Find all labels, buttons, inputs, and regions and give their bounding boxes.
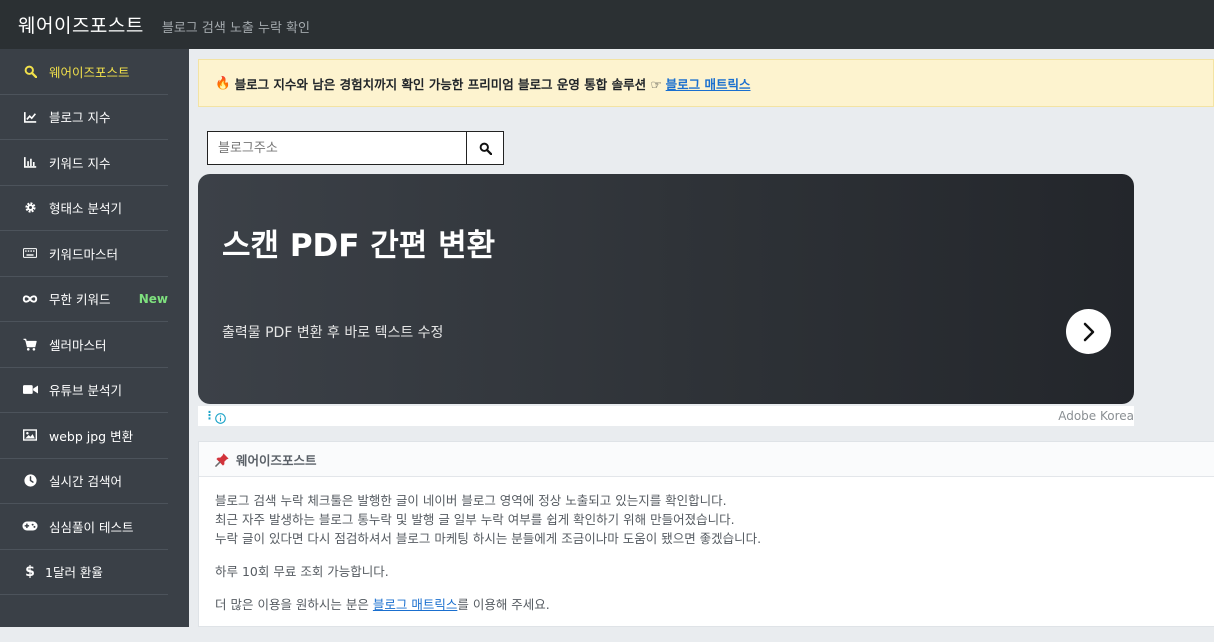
sidebar-item-label: 블로그 지수 (49, 110, 111, 126)
sidebar-item-dollar-rate[interactable]: $ 1달러 환율 (0, 550, 168, 595)
ad-info-icon[interactable] (215, 409, 226, 428)
ad-options-icon[interactable]: ⋮ (204, 409, 215, 422)
info-card: 웨어이즈포스트 블로그 검색 누락 체크툴은 발행한 글이 네이버 블로그 영역… (198, 441, 1214, 627)
brand-title[interactable]: 웨어이즈포스트 (18, 11, 144, 38)
fire-icon: 🔥 (215, 75, 231, 90)
sidebar-item-whereispost[interactable]: 웨어이즈포스트 (0, 49, 168, 95)
description-line: 최근 자주 발생하는 블로그 통누락 및 발행 글 일부 누락 여부를 쉽게 확… (215, 512, 735, 527)
sidebar-item-label: 무한 키워드 (49, 292, 111, 308)
sidebar-item-infinite-keyword[interactable]: 무한 키워드 New (0, 277, 168, 322)
sidebar-item-label: 심심풀이 테스트 (49, 519, 134, 535)
ad-subtitle: 출력물 PDF 변환 후 바로 텍스트 수정 (222, 325, 444, 341)
dollar-icon: $ (25, 563, 35, 580)
search-icon (22, 63, 38, 79)
sidebar-item-youtube-analyzer[interactable]: 유튜브 분석기 (0, 368, 168, 413)
sidebar-item-keyword-index[interactable]: 키워드 지수 (0, 140, 168, 186)
video-camera-icon (22, 382, 38, 398)
sidebar-item-blog-index[interactable]: 블로그 지수 (0, 95, 168, 140)
top-bar: 웨어이즈포스트 블로그 검색 노출 누락 확인 (0, 0, 1214, 49)
infinity-icon (22, 291, 38, 307)
promo-text: 블로그 지수와 남은 경험치까지 확인 가능한 프리미엄 블로그 운영 통합 솔… (234, 76, 662, 92)
brand-tagline: 블로그 검색 노출 누락 확인 (161, 20, 310, 36)
matrix-link[interactable]: 블로그 매트릭스 (373, 597, 457, 612)
ad-banner[interactable]: 스캔 PDF 간편 변환 출력물 PDF 변환 후 바로 텍스트 수정 (198, 174, 1134, 404)
ad-advertiser[interactable]: Adobe Korea (1058, 409, 1134, 423)
chevron-right-icon (1082, 322, 1096, 342)
cart-icon (22, 336, 38, 352)
description: 블로그 검색 누락 체크툴은 발행한 글이 네이버 블로그 영역에 정상 노출되… (215, 491, 1198, 548)
sidebar-item-label: 실시간 검색어 (49, 474, 122, 490)
sidebar-item-label: 셀러마스터 (49, 337, 107, 353)
blog-address-input[interactable] (207, 131, 467, 165)
more-text: 더 많은 이용을 원하시는 분은 블로그 매트릭스를 이용해 주세요. (215, 595, 1198, 614)
more-prefix: 더 많은 이용을 원하시는 분은 (215, 597, 373, 612)
sidebar-item-seller-master[interactable]: 셀러마스터 (0, 322, 168, 368)
sidebar-item-fun-test[interactable]: 심심풀이 테스트 (0, 504, 168, 550)
sidebar-item-label: webp jpg 변환 (49, 428, 134, 444)
line-chart-icon (22, 109, 38, 125)
sidebar-item-realtime-search[interactable]: 실시간 검색어 (0, 459, 168, 504)
sidebar-item-label: 키워드마스터 (49, 246, 119, 262)
sidebar-item-label: 키워드 지수 (49, 155, 111, 171)
sidebar-item-morpheme[interactable]: 형태소 분석기 (0, 186, 168, 231)
card-body: 블로그 검색 누락 체크툴은 발행한 글이 네이버 블로그 영역에 정상 노출되… (199, 477, 1214, 642)
ad-info-bar: ⋮ Adobe Korea (198, 406, 1134, 426)
sidebar-item-webp-jpg[interactable]: webp jpg 변환 (0, 413, 168, 459)
ad-title: 스캔 PDF 간편 변환 (222, 228, 496, 264)
bar-chart-icon (22, 154, 38, 170)
ad-next-button[interactable] (1066, 309, 1111, 354)
main-content: 🔥 블로그 지수와 남은 경험치까지 확인 가능한 프리미엄 블로그 운영 통합… (189, 49, 1214, 627)
keyboard-icon (22, 245, 38, 261)
description-line: 블로그 검색 누락 체크툴은 발행한 글이 네이버 블로그 영역에 정상 노출되… (215, 493, 727, 508)
sidebar-item-label: 유튜브 분석기 (49, 383, 122, 399)
pushpin-icon (215, 452, 230, 467)
search-form (207, 131, 504, 165)
sidebar-item-label: 웨어이즈포스트 (49, 64, 130, 80)
image-icon (22, 427, 38, 443)
promo-banner: 🔥 블로그 지수와 남은 경험치까지 확인 가능한 프리미엄 블로그 운영 통합… (198, 59, 1214, 107)
gear-icon (22, 200, 38, 216)
new-badge: New (138, 291, 168, 306)
card-title: 웨어이즈포스트 (236, 452, 317, 468)
sidebar-item-label: 형태소 분석기 (49, 201, 122, 217)
description-line: 누락 글이 있다면 다시 점검하셔서 블로그 마케팅 하시는 분들에게 조금이나… (215, 531, 762, 546)
limit-text: 하루 10회 무료 조회 가능합니다. (215, 564, 389, 579)
sidebar-item-keyword-master[interactable]: 키워드마스터 (0, 231, 168, 277)
promo-link[interactable]: 블로그 매트릭스 (666, 74, 751, 93)
clock-icon (22, 473, 38, 489)
search-button[interactable] (467, 131, 504, 165)
card-header: 웨어이즈포스트 (199, 442, 1214, 477)
sidebar-item-label: 1달러 환율 (45, 565, 103, 581)
more-suffix: 를 이용해 주세요. (457, 597, 550, 612)
sidebar: 웨어이즈포스트 블로그 지수 키워드 지수 형태소 분석기 키워드마스터 무한 … (0, 49, 189, 627)
gamepad-icon (22, 518, 38, 534)
search-icon (479, 142, 492, 155)
